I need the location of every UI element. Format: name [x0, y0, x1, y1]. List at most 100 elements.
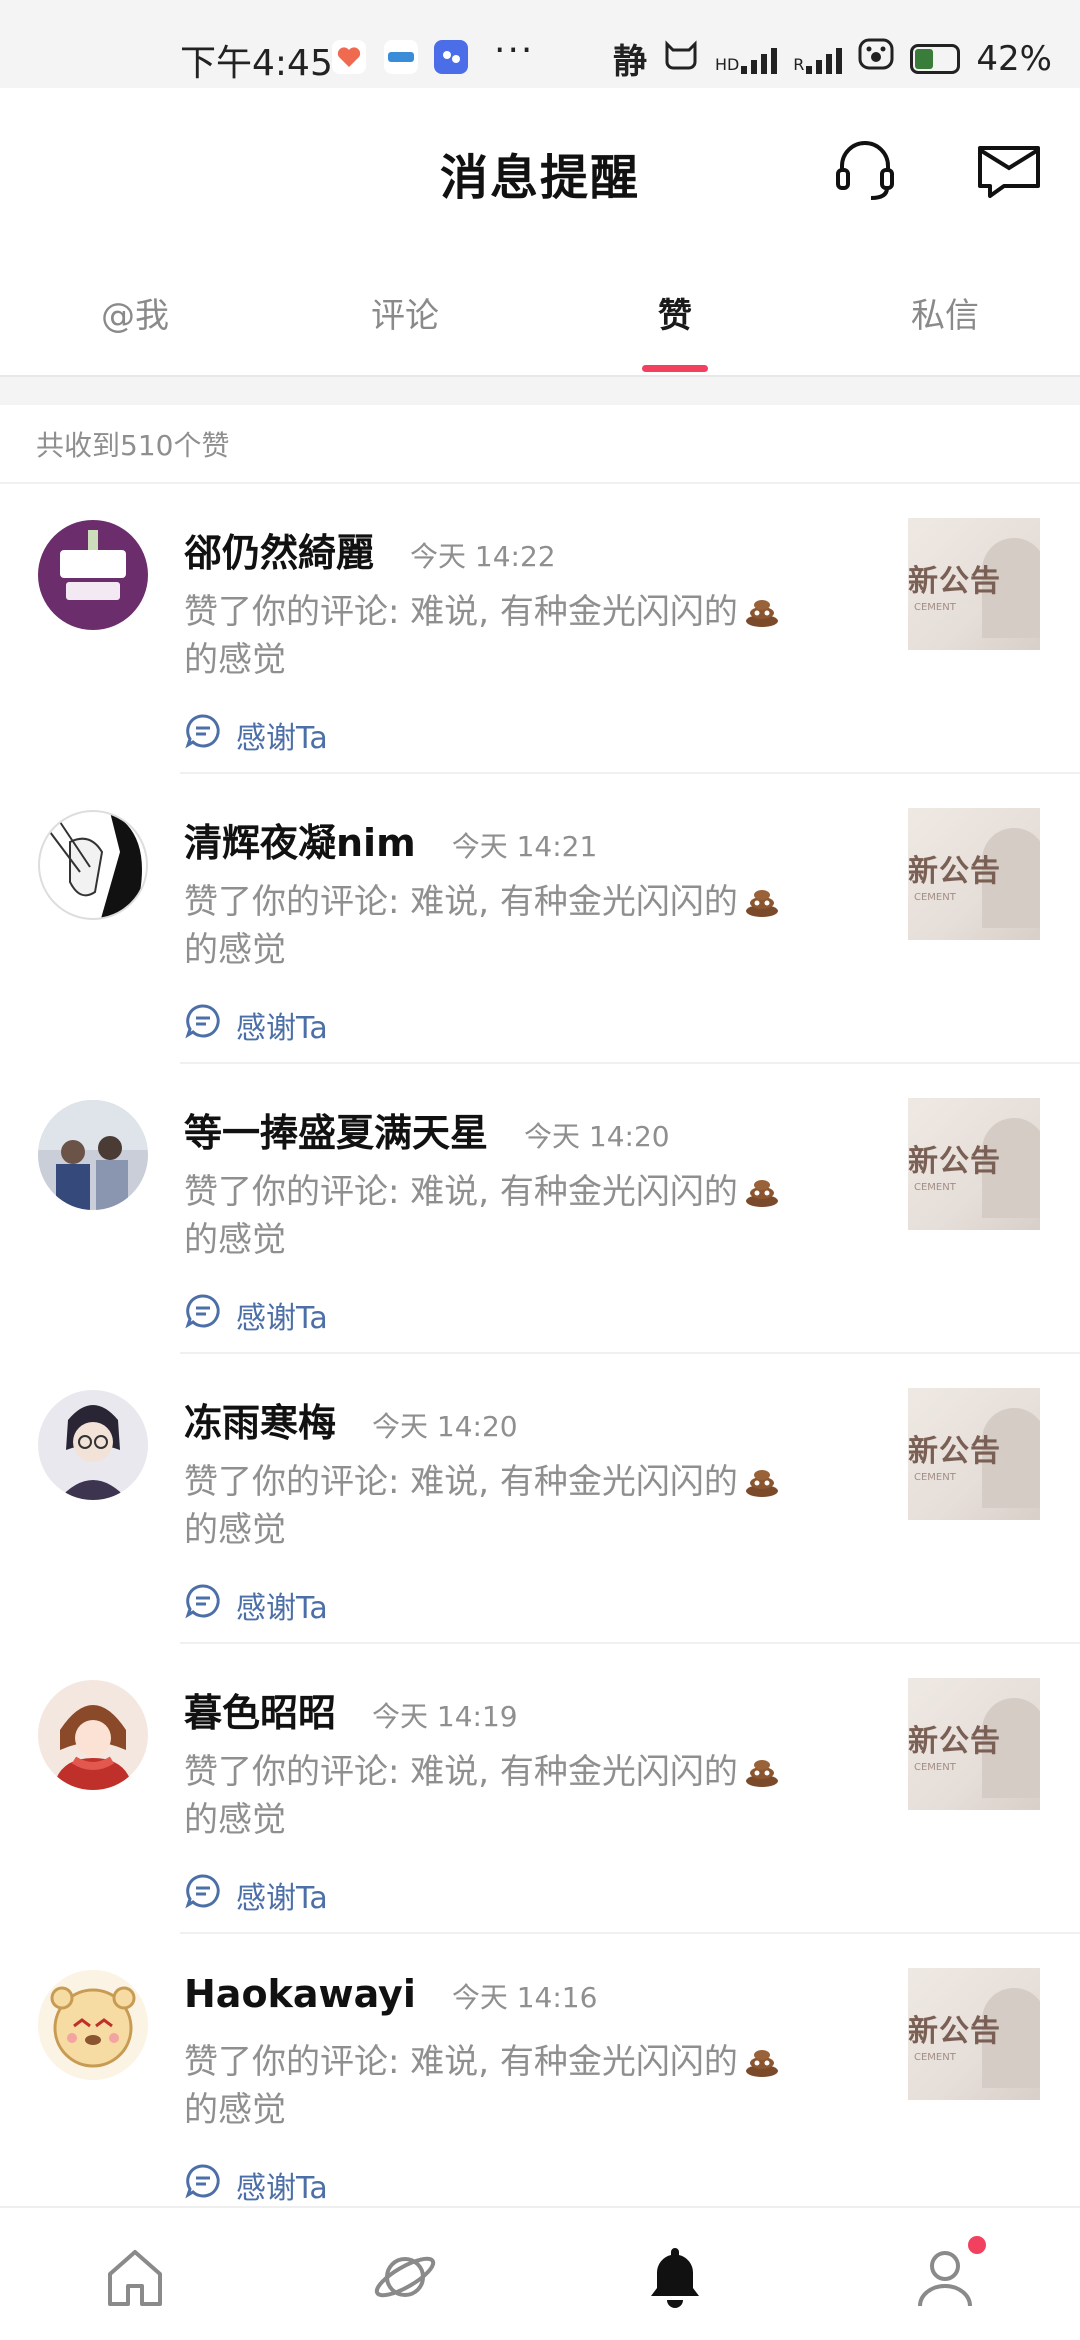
timestamp: 今天 14:20	[372, 1410, 518, 1443]
list-item[interactable]: 清辉夜凝nim 今天 14:21 赞了你的评论: 难说, 有种金光闪闪的 的感觉…	[0, 774, 1080, 1064]
poop-emoji-icon	[742, 2039, 782, 2079]
signal-r-icon: R	[793, 44, 843, 74]
tab-bar: @我 评论 赞 私信	[0, 248, 1080, 376]
poop-emoji-icon	[742, 1459, 782, 1499]
more-notifications-icon: ···	[494, 30, 535, 71]
planet-icon[interactable]	[370, 2242, 440, 2312]
list-item[interactable]: 郤仍然綺麗 今天 14:22 赞了你的评论: 难说, 有种金光闪闪的 的感觉 感…	[0, 484, 1080, 774]
like-message: 赞了你的评论: 难说, 有种金光闪闪的 的感觉	[184, 1748, 874, 1844]
thumbnail-subtitle: CEMENT	[914, 892, 956, 903]
like-message-text: 赞了你的评论: 难说, 有种金光闪闪的	[184, 592, 738, 632]
home-icon[interactable]	[100, 2242, 170, 2312]
avatar[interactable]	[38, 1100, 148, 1210]
thumbnail-title: 新公告	[908, 1434, 1001, 1469]
avatar[interactable]	[38, 810, 148, 920]
like-message-text: 赞了你的评论: 难说, 有种金光闪闪的	[184, 2042, 738, 2082]
chat-bubble-icon	[184, 1872, 222, 1918]
app-notification-icon	[384, 40, 418, 74]
likes-list: 郤仍然綺麗 今天 14:22 赞了你的评论: 难说, 有种金光闪闪的 的感觉 感…	[0, 484, 1080, 2224]
avatar[interactable]	[38, 1970, 148, 2080]
username[interactable]: 清辉夜凝nim	[184, 812, 416, 867]
tab-private-messages[interactable]: 私信	[810, 248, 1080, 376]
status-bar: 下午4:45 ··· 静 HD R 42%	[0, 0, 1080, 88]
username[interactable]: 冻雨寒梅	[184, 1392, 336, 1447]
status-time: 下午4:45	[180, 43, 333, 84]
poop-emoji-icon	[742, 879, 782, 919]
thumbnail-subtitle: CEMENT	[914, 602, 956, 613]
list-item[interactable]: 暮色昭昭 今天 14:19 赞了你的评论: 难说, 有种金光闪闪的 的感觉 感谢…	[0, 1644, 1080, 1934]
thanks-label: 感谢Ta	[236, 2171, 328, 2206]
post-thumbnail[interactable]: 新公告 CEMENT	[908, 1388, 1040, 1520]
poop-emoji-icon	[742, 1169, 782, 1209]
headset-icon[interactable]	[830, 134, 900, 204]
signal-hd-label: HD	[714, 54, 740, 74]
signal-r-label: R	[793, 54, 805, 74]
like-message-text: 赞了你的评论: 难说, 有种金光闪闪的	[184, 1752, 738, 1792]
list-item[interactable]: 冻雨寒梅 今天 14:20 赞了你的评论: 难说, 有种金光闪闪的 的感觉 感谢…	[0, 1354, 1080, 1644]
like-message-tail: 的感觉	[184, 640, 286, 680]
avatar[interactable]	[38, 1390, 148, 1500]
thumbnail-subtitle: CEMENT	[914, 1762, 956, 1773]
thanks-button[interactable]: 感谢Ta	[184, 1872, 328, 1918]
chat-bubble-icon	[184, 2162, 222, 2208]
mail-icon[interactable]	[974, 134, 1044, 204]
thanks-label: 感谢Ta	[236, 1881, 328, 1916]
like-message: 赞了你的评论: 难说, 有种金光闪闪的 的感觉	[184, 1168, 874, 1264]
list-item[interactable]: 等一捧盛夏满天星 今天 14:20 赞了你的评论: 难说, 有种金光闪闪的 的感…	[0, 1064, 1080, 1354]
signal-hd-icon: HD	[714, 44, 778, 74]
silent-mode-icon: 静	[612, 42, 647, 82]
like-message: 赞了你的评论: 难说, 有种金光闪闪的 的感觉	[184, 588, 874, 684]
thumbnail-title: 新公告	[908, 1724, 1001, 1759]
paw-icon	[858, 38, 894, 79]
timestamp: 今天 14:22	[410, 540, 556, 573]
profile-icon[interactable]	[910, 2242, 980, 2312]
timestamp: 今天 14:21	[451, 830, 598, 863]
post-thumbnail[interactable]: 新公告 CEMENT	[908, 1968, 1040, 2100]
like-message-text: 赞了你的评论: 难说, 有种金光闪闪的	[184, 1172, 738, 1212]
chat-bubble-icon	[184, 1582, 222, 1628]
like-message-tail: 的感觉	[184, 930, 286, 970]
thanks-label: 感谢Ta	[236, 1591, 328, 1626]
chat-bubble-icon	[184, 712, 222, 758]
bell-icon[interactable]	[640, 2242, 710, 2312]
username[interactable]: 暮色昭昭	[184, 1682, 336, 1737]
page-title: 消息提醒	[439, 150, 640, 206]
tab-likes[interactable]: 赞	[540, 248, 810, 376]
battery-level: 42%	[976, 38, 1052, 79]
post-thumbnail[interactable]: 新公告 CEMENT	[908, 1678, 1040, 1810]
poop-emoji-icon	[742, 589, 782, 629]
thumbnail-subtitle: CEMENT	[914, 2052, 956, 2063]
username[interactable]: 郤仍然綺麗	[184, 522, 374, 577]
like-message-tail: 的感觉	[184, 1510, 286, 1550]
timestamp: 今天 14:20	[524, 1120, 670, 1153]
thanks-button[interactable]: 感谢Ta	[184, 1292, 328, 1338]
thanks-button[interactable]: 感谢Ta	[184, 1582, 328, 1628]
avatar[interactable]	[38, 520, 148, 630]
thumbnail-title: 新公告	[908, 1144, 1001, 1179]
status-right: 静 HD R 42%	[613, 34, 1052, 83]
tab-mentions[interactable]: @我	[0, 248, 270, 376]
thumbnail-title: 新公告	[908, 2014, 1001, 2049]
thanks-button[interactable]: 感谢Ta	[184, 2162, 328, 2208]
thumbnail-subtitle: CEMENT	[914, 1472, 956, 1483]
divider	[0, 377, 1080, 405]
like-message-text: 赞了你的评论: 难说, 有种金光闪闪的	[184, 882, 738, 922]
thumbnail-title: 新公告	[908, 854, 1001, 889]
avatar[interactable]	[38, 1680, 148, 1790]
thumbnail-title: 新公告	[908, 564, 1001, 599]
list-item[interactable]: Haokawayi 今天 14:16 赞了你的评论: 难说, 有种金光闪闪的 的…	[0, 1934, 1080, 2224]
timestamp: 今天 14:19	[372, 1700, 518, 1733]
post-thumbnail[interactable]: 新公告 CEMENT	[908, 518, 1040, 650]
tab-comments[interactable]: 评论	[270, 248, 540, 376]
thanks-label: 感谢Ta	[236, 721, 328, 756]
thanks-button[interactable]: 感谢Ta	[184, 712, 328, 758]
like-message-text: 赞了你的评论: 难说, 有种金光闪闪的	[184, 1462, 738, 1502]
thanks-button[interactable]: 感谢Ta	[184, 1002, 328, 1048]
post-thumbnail[interactable]: 新公告 CEMENT	[908, 808, 1040, 940]
username[interactable]: 等一捧盛夏满天星	[184, 1102, 488, 1157]
thanks-label: 感谢Ta	[236, 1011, 328, 1046]
like-message-tail: 的感觉	[184, 1800, 286, 1840]
post-thumbnail[interactable]: 新公告 CEMENT	[908, 1098, 1040, 1230]
likes-summary: 共收到510个赞	[36, 429, 230, 462]
username[interactable]: Haokawayi	[184, 1972, 416, 2016]
